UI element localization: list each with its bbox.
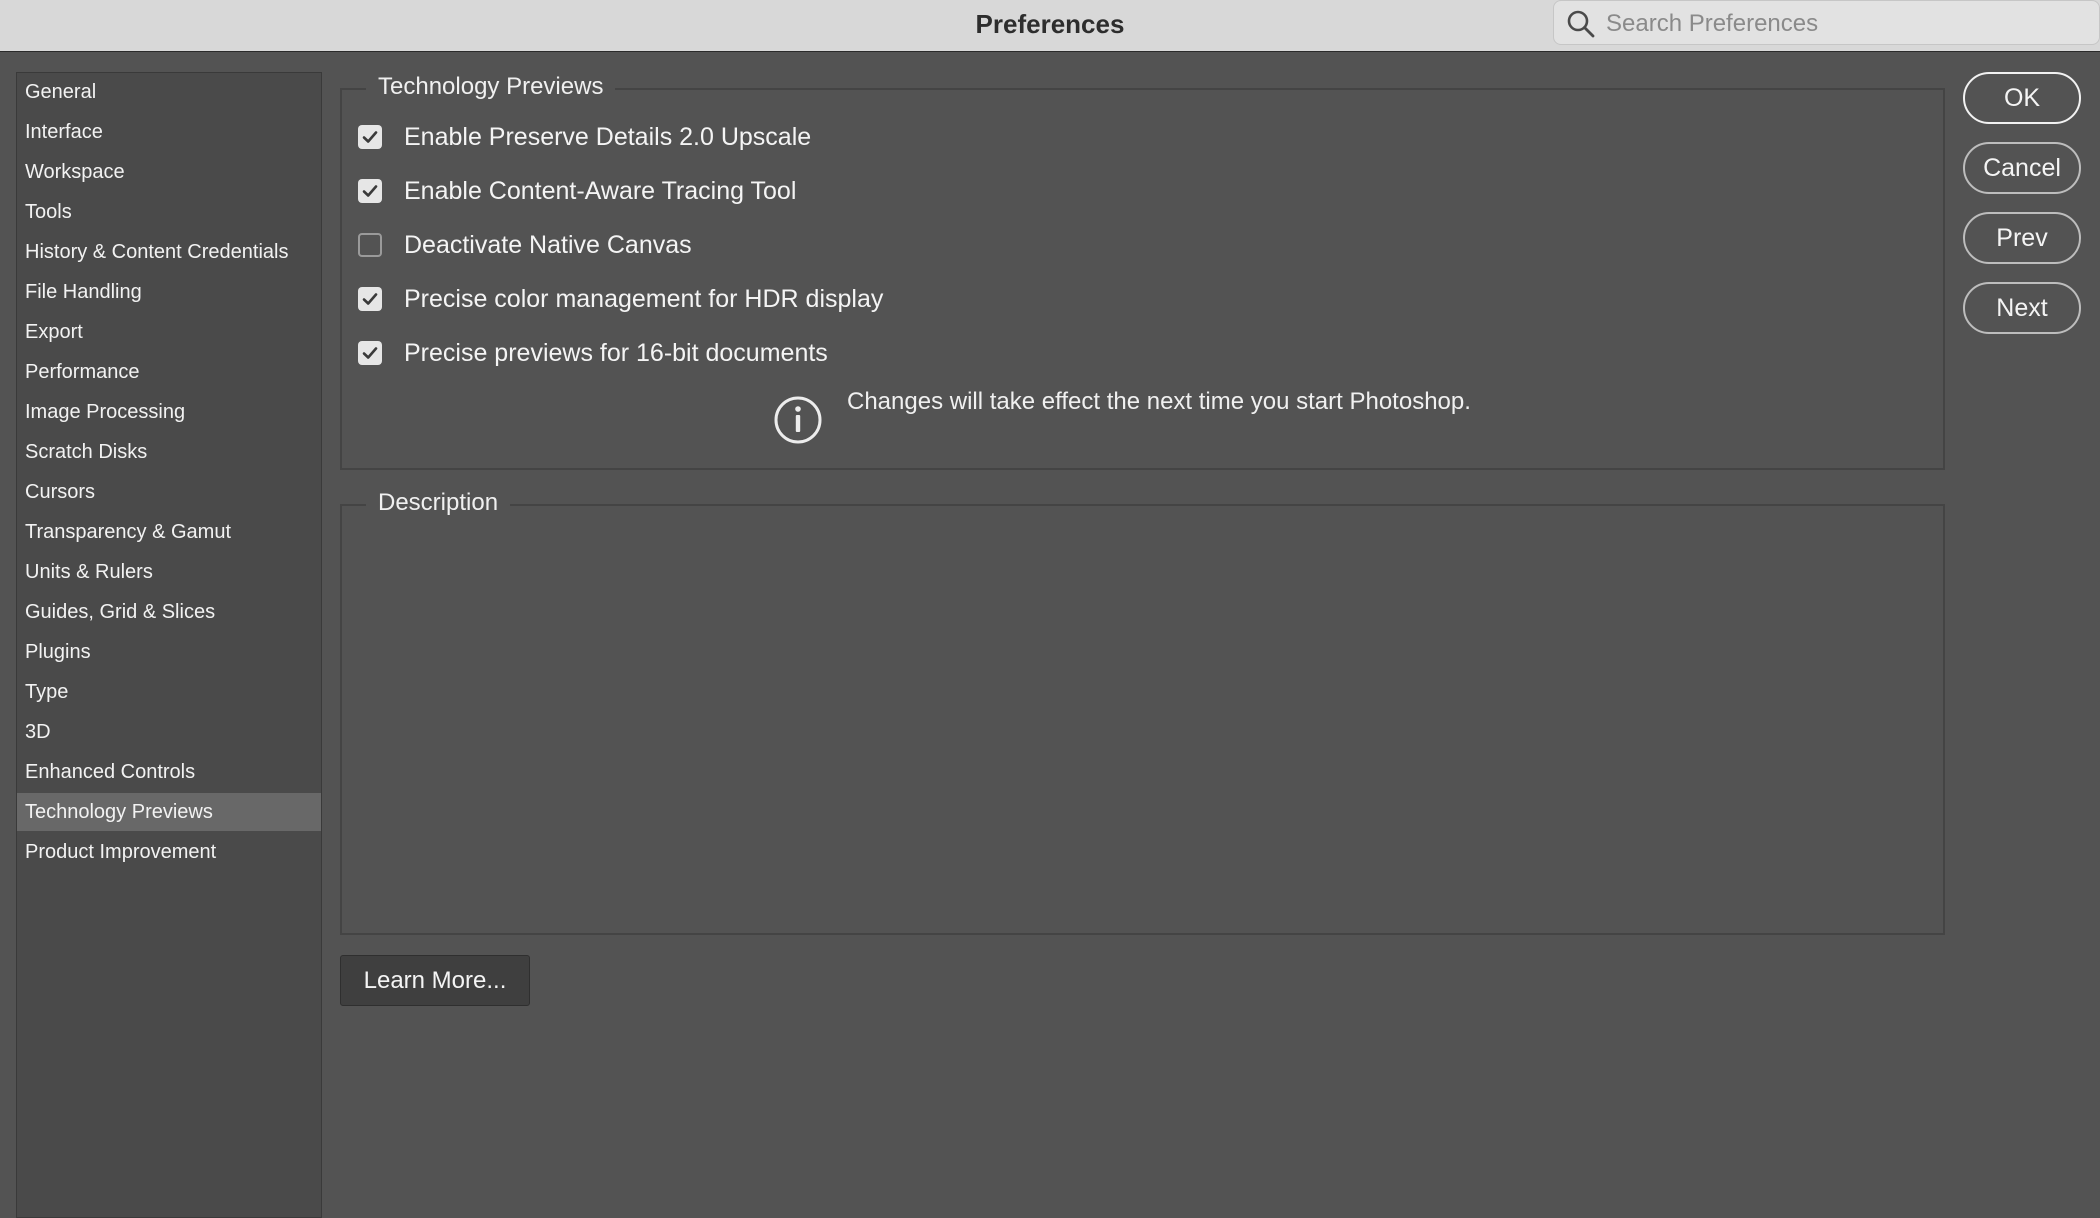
option-16bit-previews[interactable]: Precise previews for 16-bit documents: [358, 336, 828, 370]
sidebar-item-performance[interactable]: Performance: [17, 353, 321, 391]
search-input[interactable]: [1606, 1, 2086, 46]
option-label: Deactivate Native Canvas: [404, 230, 692, 259]
preferences-sidebar: General Interface Workspace Tools Histor…: [16, 72, 322, 1218]
ok-button[interactable]: OK: [1963, 72, 2081, 124]
info-icon: [774, 396, 822, 444]
learn-more-button[interactable]: Learn More...: [340, 955, 530, 1006]
title-bar: Preferences: [0, 0, 2100, 52]
option-preserve-details[interactable]: Enable Preserve Details 2.0 Upscale: [358, 120, 811, 154]
sidebar-item-guides-grid[interactable]: Guides, Grid & Slices: [17, 593, 321, 631]
sidebar-item-general[interactable]: General: [17, 73, 321, 111]
checkbox-unchecked[interactable]: [358, 233, 382, 257]
sidebar-item-file-handling[interactable]: File Handling: [17, 273, 321, 311]
option-label: Precise color management for HDR display: [404, 284, 884, 313]
restart-notice: Changes will take effect the next time y…: [847, 388, 1471, 415]
sidebar-item-units-rulers[interactable]: Units & Rulers: [17, 553, 321, 591]
cancel-button[interactable]: Cancel: [1963, 142, 2081, 194]
prev-button[interactable]: Prev: [1963, 212, 2081, 264]
option-hdr-color-management[interactable]: Precise color management for HDR display: [358, 282, 883, 316]
sidebar-item-product-improvement[interactable]: Product Improvement: [17, 833, 321, 871]
search-box[interactable]: [1553, 0, 2100, 46]
sidebar-item-tools[interactable]: Tools: [17, 193, 321, 231]
option-label: Enable Content-Aware Tracing Tool: [404, 176, 797, 205]
option-label: Enable Preserve Details 2.0 Upscale: [404, 122, 812, 151]
search-icon: [1567, 10, 1595, 38]
checkbox-checked[interactable]: [358, 287, 382, 311]
sidebar-item-scratch-disks[interactable]: Scratch Disks: [17, 433, 321, 471]
sidebar-item-3d[interactable]: 3D: [17, 713, 321, 751]
sidebar-item-technology-previews[interactable]: Technology Previews: [17, 793, 321, 831]
sidebar-item-image-processing[interactable]: Image Processing: [17, 393, 321, 431]
sidebar-item-enhanced-controls[interactable]: Enhanced Controls: [17, 753, 321, 791]
description-legend: Description: [366, 488, 511, 518]
sidebar-item-plugins[interactable]: Plugins: [17, 633, 321, 671]
checkbox-checked[interactable]: [358, 179, 382, 203]
option-deactivate-native-canvas[interactable]: Deactivate Native Canvas: [358, 228, 692, 262]
sidebar-item-export[interactable]: Export: [17, 313, 321, 351]
checkmark-icon: [362, 185, 378, 197]
next-button[interactable]: Next: [1963, 282, 2081, 334]
option-content-aware-tracing[interactable]: Enable Content-Aware Tracing Tool: [358, 174, 796, 208]
sidebar-item-history[interactable]: History & Content Credentials: [17, 233, 321, 271]
technology-previews-legend: Technology Previews: [366, 72, 616, 102]
checkbox-checked[interactable]: [358, 125, 382, 149]
description-group: [340, 504, 1945, 935]
sidebar-item-type[interactable]: Type: [17, 673, 321, 711]
checkmark-icon: [362, 293, 378, 305]
sidebar-item-cursors[interactable]: Cursors: [17, 473, 321, 511]
checkmark-icon: [362, 131, 378, 143]
sidebar-item-interface[interactable]: Interface: [17, 113, 321, 151]
option-label: Precise previews for 16-bit documents: [404, 338, 828, 367]
checkmark-icon: [362, 347, 378, 359]
checkbox-checked[interactable]: [358, 341, 382, 365]
sidebar-item-transparency[interactable]: Transparency & Gamut: [17, 513, 321, 551]
sidebar-item-workspace[interactable]: Workspace: [17, 153, 321, 191]
